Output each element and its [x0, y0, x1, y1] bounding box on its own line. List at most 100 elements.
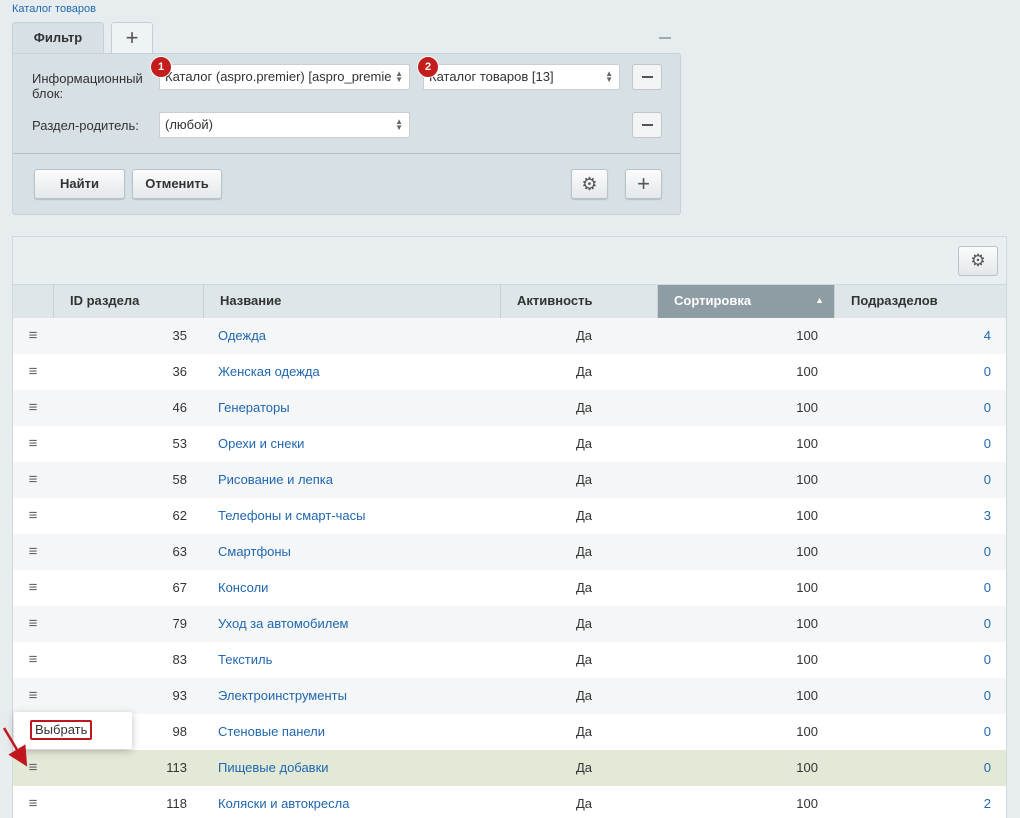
cell-subsections-link[interactable]: 0 [833, 534, 991, 570]
table-row[interactable]: ≡ 35 Одежда Да 100 4 [13, 318, 1006, 354]
annotation-badge-1: 1 [150, 56, 172, 78]
row-menu-icon[interactable]: ≡ [13, 570, 53, 606]
table-row[interactable]: ≡ 46 Генераторы Да 100 0 [13, 390, 1006, 426]
grid-settings-gear-icon[interactable]: ⚙ [958, 246, 998, 276]
cell-active: Да [575, 472, 593, 487]
select-arrows-icon: ▲ ▼ [395, 69, 403, 84]
cell-subsections-link[interactable]: 0 [833, 678, 991, 714]
cell-subsections-link[interactable]: 0 [833, 462, 991, 498]
tab-filter[interactable]: Фильтр [12, 22, 104, 54]
th-id[interactable]: ID раздела [53, 285, 203, 318]
cell-sort: 100 [796, 436, 818, 451]
row-menu-icon[interactable]: ≡ [13, 462, 53, 498]
th-active[interactable]: Активность [500, 285, 657, 318]
cell-sort: 100 [796, 328, 818, 343]
table-row[interactable]: ≡ 36 Женская одежда Да 100 0 [13, 354, 1006, 390]
cell-subsections-link[interactable]: 0 [833, 426, 991, 462]
cell-subsections-link[interactable]: 0 [833, 750, 991, 786]
cell-sort: 100 [796, 508, 818, 523]
add-filter-field-button[interactable]: + [625, 169, 662, 199]
cell-subsections-link[interactable]: 3 [833, 498, 991, 534]
cell-name-link[interactable]: Одежда [218, 318, 498, 354]
row-menu-icon[interactable]: ≡ [13, 318, 53, 354]
cell-name-link[interactable]: Коляски и автокресла [218, 786, 498, 818]
th-name[interactable]: Название [203, 285, 500, 318]
remove-iblock-field-button[interactable] [632, 64, 662, 90]
cell-subsections-link[interactable]: 0 [833, 354, 991, 390]
cancel-button[interactable]: Отменить [132, 169, 222, 199]
cell-name-link[interactable]: Рисование и лепка [218, 462, 498, 498]
cell-subsections-link[interactable]: 0 [833, 570, 991, 606]
cell-name-link[interactable]: Пищевые добавки [218, 750, 498, 786]
cell-subsections-link[interactable]: 0 [833, 642, 991, 678]
grid-toolbar: ⚙ [13, 237, 1006, 285]
cell-active: Да [575, 328, 593, 343]
parent-section-select[interactable]: (любой) ▲ ▼ [159, 112, 410, 138]
cell-name-link[interactable]: Смартфоны [218, 534, 498, 570]
cell-name-link[interactable]: Стеновые панели [218, 714, 498, 750]
cell-id: 36 [172, 364, 187, 379]
table-row[interactable]: ≡ 58 Рисование и лепка Да 100 0 [13, 462, 1006, 498]
table-row[interactable]: ≡ 113 Пищевые добавки Да 100 0 [13, 750, 1006, 786]
row-menu-icon[interactable]: ≡ [13, 606, 53, 642]
cell-name-link[interactable]: Уход за автомобилем [218, 606, 498, 642]
cell-name-link[interactable]: Орехи и снеки [218, 426, 498, 462]
row-menu-icon[interactable]: ≡ [13, 534, 53, 570]
cell-name-link[interactable]: Текстиль [218, 642, 498, 678]
cell-id: 118 [166, 796, 187, 811]
table-row[interactable]: ≡ 67 Консоли Да 100 0 [13, 570, 1006, 606]
iblock-select[interactable]: Каталог товаров [13] ▲ ▼ [423, 64, 620, 90]
th-subsections[interactable]: Подразделов [834, 285, 1006, 318]
remove-parent-field-button[interactable] [632, 112, 662, 138]
row-menu-icon[interactable]: ≡ [13, 678, 53, 714]
cell-id: 113 [166, 760, 187, 775]
select-arrows-icon: ▲ ▼ [605, 69, 613, 84]
add-filter-tab-button[interactable]: + [111, 22, 153, 54]
cell-name-link[interactable]: Электроинструменты [218, 678, 498, 714]
row-menu-icon[interactable]: ≡ [13, 354, 53, 390]
row-menu-icon[interactable]: ≡ [13, 390, 53, 426]
cell-active: Да [575, 796, 593, 811]
table-row[interactable]: ≡ 93 Электроинструменты Да 100 0 [13, 678, 1006, 714]
cell-id: 35 [172, 328, 187, 343]
cell-name-link[interactable]: Телефоны и смарт-часы [218, 498, 498, 534]
annotation-badge-2: 2 [417, 56, 439, 78]
filter-panel: Информационный блок: Каталог (aspro.prem… [12, 53, 681, 215]
collapse-filter-button[interactable] [659, 37, 671, 39]
cell-name-link[interactable]: Женская одежда [218, 354, 498, 390]
cell-name-link[interactable]: Консоли [218, 570, 498, 606]
table-row[interactable]: ≡ 83 Текстиль Да 100 0 [13, 642, 1006, 678]
cell-subsections-link[interactable]: 0 [833, 714, 991, 750]
table-row[interactable]: ≡ 62 Телефоны и смарт-часы Да 100 3 [13, 498, 1006, 534]
table-row[interactable]: ≡98Стеновые панелиДа1000 [13, 714, 1006, 750]
row-menu-icon[interactable]: ≡ [13, 498, 53, 534]
cell-sort: 100 [796, 616, 818, 631]
cell-name-link[interactable]: Генераторы [218, 390, 498, 426]
cell-subsections-link[interactable]: 0 [833, 390, 991, 426]
cell-id: 62 [172, 508, 187, 523]
breadcrumb[interactable]: Каталог товаров [12, 3, 96, 15]
table-row[interactable]: ≡ 118 Коляски и автокресла Да 100 2 [13, 786, 1006, 818]
row-menu-icon[interactable]: ≡ [13, 642, 53, 678]
cell-active: Да [575, 580, 593, 595]
row-menu-icon[interactable]: ≡ [13, 786, 53, 818]
cell-subsections-link[interactable]: 0 [833, 606, 991, 642]
table-row[interactable]: ≡ 79 Уход за автомобилем Да 100 0 [13, 606, 1006, 642]
filter-settings-gear-icon[interactable]: ⚙ [571, 169, 608, 199]
cell-id: 67 [172, 580, 187, 595]
table-row[interactable]: ≡ 63 Смартфоны Да 100 0 [13, 534, 1006, 570]
table-header: ID раздела Название Активность Сортировк… [13, 285, 1006, 318]
cell-sort: 100 [796, 688, 818, 703]
cell-subsections-link[interactable]: 2 [833, 786, 991, 818]
th-sort[interactable]: Сортировка ▲ [657, 285, 834, 318]
cell-id: 53 [172, 436, 187, 451]
row-menu-icon[interactable]: ≡ [13, 426, 53, 462]
cell-id: 63 [172, 544, 187, 559]
find-button[interactable]: Найти [34, 169, 125, 199]
cell-subsections-link[interactable]: 4 [833, 318, 991, 354]
iblock-type-select[interactable]: Каталог (aspro.premier) [aspro_premie ▲ ▼ [159, 64, 410, 90]
cell-active: Да [575, 400, 593, 415]
cell-active: Да [575, 652, 593, 667]
table-row[interactable]: ≡ 53 Орехи и снеки Да 100 0 [13, 426, 1006, 462]
cell-active: Да [575, 760, 593, 775]
